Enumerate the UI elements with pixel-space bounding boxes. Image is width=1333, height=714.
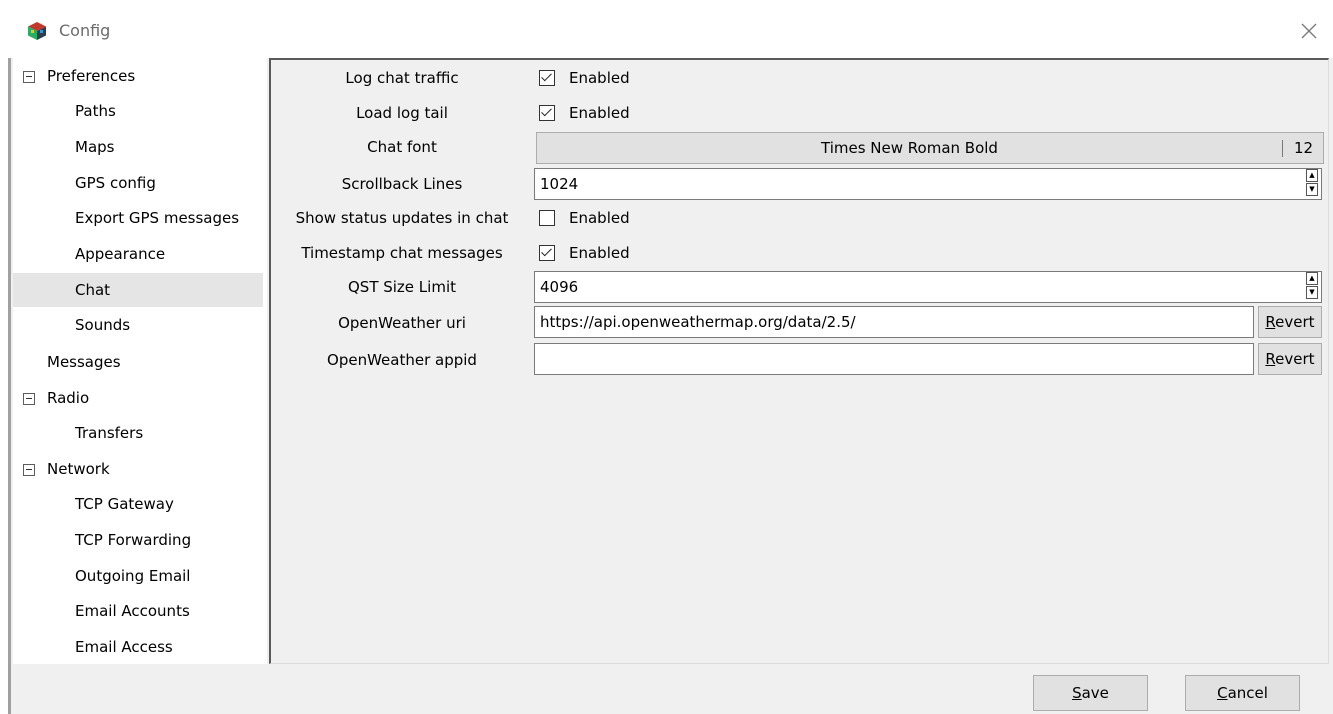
log-chat-traffic-label: Log chat traffic xyxy=(345,69,459,87)
tree-item-outgoing-email[interactable]: Outgoing Email xyxy=(13,559,263,593)
show-status-updates-label: Show status updates in chat xyxy=(295,209,509,227)
save-mnemonic: S xyxy=(1072,684,1082,702)
tree-item-radio[interactable]: Radio xyxy=(13,381,263,415)
tree-item-label: Maps xyxy=(75,138,115,156)
tree-item-label: TCP Forwarding xyxy=(75,531,192,549)
openweather-uri-revert-button[interactable]: Revert xyxy=(1258,306,1322,338)
chat-settings-panel: Log chat traffic Enabled Load log tail E… xyxy=(269,58,1329,664)
scrollback-lines-input[interactable]: 1024 xyxy=(534,168,1322,200)
tree-item-label: TCP Gateway xyxy=(75,495,174,513)
tree-item-messages[interactable]: Messages xyxy=(13,345,263,379)
openweather-uri-label: OpenWeather uri xyxy=(338,314,466,332)
scrollback-lines-stepper[interactable]: ▲ ▼ xyxy=(1306,169,1320,199)
tree-item-label: Preferences xyxy=(47,67,136,85)
window-title: Config xyxy=(59,21,111,40)
save-label: ave xyxy=(1081,684,1109,702)
cancel-mnemonic: C xyxy=(1217,684,1228,702)
qst-size-limit-input[interactable]: 4096 xyxy=(534,271,1322,303)
tree-item-sounds[interactable]: Sounds xyxy=(13,308,263,342)
tree-item-chat[interactable]: Chat xyxy=(13,273,263,307)
timestamp-chat-label: Timestamp chat messages xyxy=(301,244,503,262)
close-button[interactable] xyxy=(1294,16,1324,46)
tree-item-label: Chat xyxy=(75,281,111,299)
timestamp-chat-checkbox[interactable]: Enabled xyxy=(539,238,630,268)
tree-item-appearance[interactable]: Appearance xyxy=(13,237,263,271)
close-icon xyxy=(1301,23,1317,39)
revert-label: evert xyxy=(1275,313,1315,331)
tree-item-maps[interactable]: Maps xyxy=(13,130,263,164)
save-button[interactable]: Save xyxy=(1033,675,1148,711)
tree-item-label: Appearance xyxy=(75,245,166,263)
settings-tree[interactable]: Preferences Paths Maps GPS config Export GPS… xyxy=(13,58,267,664)
load-log-tail-enabled-label: Enabled xyxy=(569,104,630,122)
checkbox-checked-icon xyxy=(539,105,555,121)
spin-down-icon[interactable]: ▼ xyxy=(1306,286,1318,299)
load-log-tail-checkbox[interactable]: Enabled xyxy=(539,98,630,128)
chat-font-name: Times New Roman Bold xyxy=(821,139,998,157)
openweather-appid-revert-button[interactable]: Revert xyxy=(1258,343,1322,375)
revert-mnemonic: R xyxy=(1265,350,1276,368)
chat-font-button[interactable]: Times New Roman Bold 12 xyxy=(536,132,1324,164)
spin-down-icon[interactable]: ▼ xyxy=(1306,183,1318,196)
tree-item-paths[interactable]: Paths xyxy=(13,94,263,128)
tree-item-export-gps-messages[interactable]: Export GPS messages xyxy=(13,201,263,235)
tree-item-label: Radio xyxy=(47,389,90,407)
show-status-updates-checkbox[interactable]: Enabled xyxy=(539,203,630,233)
tree-item-label: GPS config xyxy=(75,174,156,192)
title-bar: Config xyxy=(0,0,1333,62)
log-chat-traffic-checkbox[interactable]: Enabled xyxy=(539,63,630,93)
collapse-icon[interactable] xyxy=(23,71,35,83)
checkbox-unchecked-icon xyxy=(539,210,555,226)
tree-item-label: Export GPS messages xyxy=(75,209,240,227)
qst-size-limit-stepper[interactable]: ▲ ▼ xyxy=(1306,272,1320,302)
spin-up-icon[interactable]: ▲ xyxy=(1306,169,1318,182)
tree-item-transfers[interactable]: Transfers xyxy=(13,416,263,450)
tree-item-label: Outgoing Email xyxy=(75,567,191,585)
tree-item-gps-config[interactable]: GPS config xyxy=(13,166,263,200)
window-left-edge xyxy=(8,58,11,714)
chat-font-size: 12 xyxy=(1282,140,1324,157)
show-status-updates-enabled-label: Enabled xyxy=(569,209,630,227)
tree-item-label: Email Access xyxy=(75,638,173,656)
tree-item-label: Paths xyxy=(75,102,116,120)
openweather-appid-input[interactable] xyxy=(534,343,1254,375)
checkbox-checked-icon xyxy=(539,245,555,261)
app-cube-icon xyxy=(28,22,46,40)
qst-size-limit-label: QST Size Limit xyxy=(347,278,456,296)
revert-mnemonic: R xyxy=(1265,313,1276,331)
tree-item-tcp-gateway[interactable]: TCP Gateway xyxy=(13,487,263,521)
checkbox-checked-icon xyxy=(539,70,555,86)
tree-item-label: Messages xyxy=(47,353,121,371)
tree-item-label: Transfers xyxy=(75,424,144,442)
collapse-icon[interactable] xyxy=(23,464,35,476)
tree-item-label: Sounds xyxy=(75,316,131,334)
tree-item-email-accounts[interactable]: Email Accounts xyxy=(13,594,263,628)
revert-label: evert xyxy=(1275,350,1315,368)
tree-item-network[interactable]: Network xyxy=(13,452,263,486)
tree-item-label: Network xyxy=(47,460,110,478)
openweather-uri-input[interactable]: https://api.openweathermap.org/data/2.5/ xyxy=(534,306,1254,338)
tree-item-tcp-forwarding[interactable]: TCP Forwarding xyxy=(13,523,263,557)
load-log-tail-label: Load log tail xyxy=(356,104,448,122)
timestamp-chat-enabled-label: Enabled xyxy=(569,244,630,262)
tree-item-preferences[interactable]: Preferences xyxy=(13,59,263,93)
openweather-appid-label: OpenWeather appid xyxy=(327,351,477,369)
chat-font-label: Chat font xyxy=(367,138,437,156)
tree-item-label: Email Accounts xyxy=(75,602,190,620)
collapse-icon[interactable] xyxy=(23,393,35,405)
spin-up-icon[interactable]: ▲ xyxy=(1306,272,1318,285)
cancel-button[interactable]: Cancel xyxy=(1185,675,1300,711)
cancel-label: ancel xyxy=(1227,684,1268,702)
tree-item-email-access[interactable]: Email Access xyxy=(13,630,263,664)
log-chat-traffic-enabled-label: Enabled xyxy=(569,69,630,87)
scrollback-lines-label: Scrollback Lines xyxy=(341,175,463,193)
